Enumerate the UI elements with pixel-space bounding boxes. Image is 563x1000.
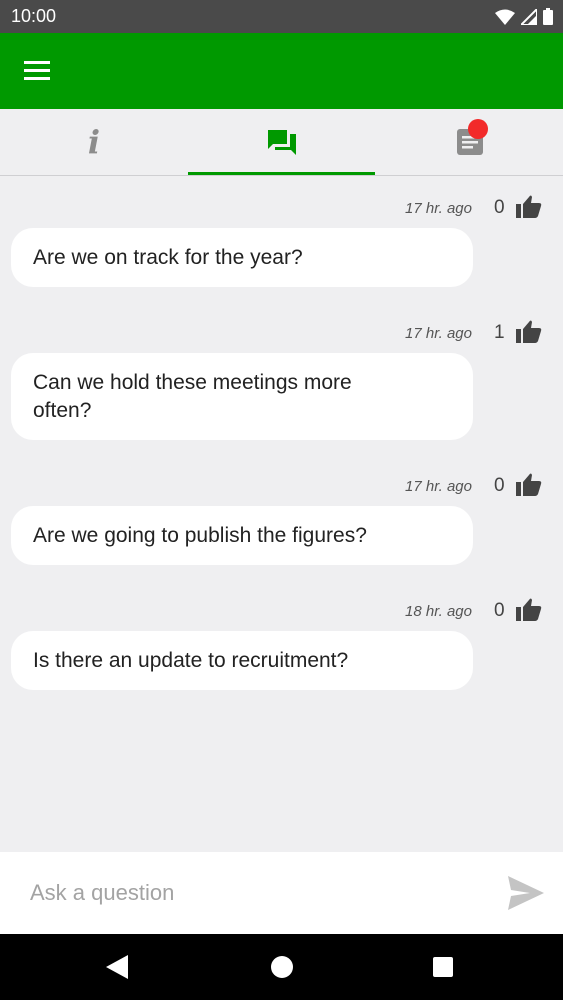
question-meta: 17 hr. ago 1 [0,301,563,343]
status-icons [495,8,553,25]
chat-icon [268,129,296,155]
question-meta: 18 hr. ago 0 [0,579,563,621]
battery-icon [543,8,553,25]
question-time: 17 hr. ago [405,200,472,217]
tab-info[interactable]: i [0,109,188,175]
questions-feed: 17 hr. ago 0 Are we on track for the yea… [0,176,563,852]
question-bubble[interactable]: Are we on track for the year? [11,228,473,287]
question-meta: 17 hr. ago 0 [0,454,563,496]
tab-documents[interactable] [376,109,563,175]
tab-questions[interactable] [188,109,376,175]
signal-icon [521,8,537,25]
send-icon[interactable] [508,876,544,910]
status-time: 10:00 [11,6,57,26]
question-bubble[interactable]: Can we hold these meetings more often? [11,353,473,440]
vote-count: 1 [494,322,505,343]
back-icon[interactable] [106,955,128,979]
question-bubble[interactable]: Are we going to publish the figures? [11,506,473,565]
app-bar [0,33,563,109]
question-bubble[interactable]: Is there an update to recruitment? [11,631,473,690]
question-text: Can we hold these meetings more often? [33,370,352,422]
home-icon[interactable] [271,956,293,978]
vote-count: 0 [494,475,505,496]
question-time: 17 hr. ago [405,325,472,342]
question-meta: 17 hr. ago 0 [0,176,563,218]
question-time: 17 hr. ago [405,478,472,495]
menu-icon[interactable] [24,61,52,81]
question-text: Are we going to publish the figures? [33,523,367,547]
thumbs-up-icon[interactable] [516,319,542,343]
ask-question-input[interactable] [10,870,490,916]
active-tab-indicator [188,172,375,175]
status-bar: 10:00 [0,0,563,33]
ask-bar [0,852,563,934]
thumbs-up-icon[interactable] [516,597,542,621]
question-text: Is there an update to recruitment? [33,648,349,672]
wifi-icon [495,9,515,25]
notification-badge [468,119,488,139]
question-time: 18 hr. ago [405,603,472,620]
thumbs-up-icon[interactable] [516,472,542,496]
vote-count: 0 [494,197,505,218]
system-nav-bar [0,934,563,1000]
thumbs-up-icon[interactable] [516,194,542,218]
tab-bar: i [0,109,563,176]
question-text: Are we on track for the year? [33,245,303,269]
info-icon: i [87,123,101,161]
vote-count: 0 [494,600,505,621]
recent-apps-icon[interactable] [433,957,453,977]
